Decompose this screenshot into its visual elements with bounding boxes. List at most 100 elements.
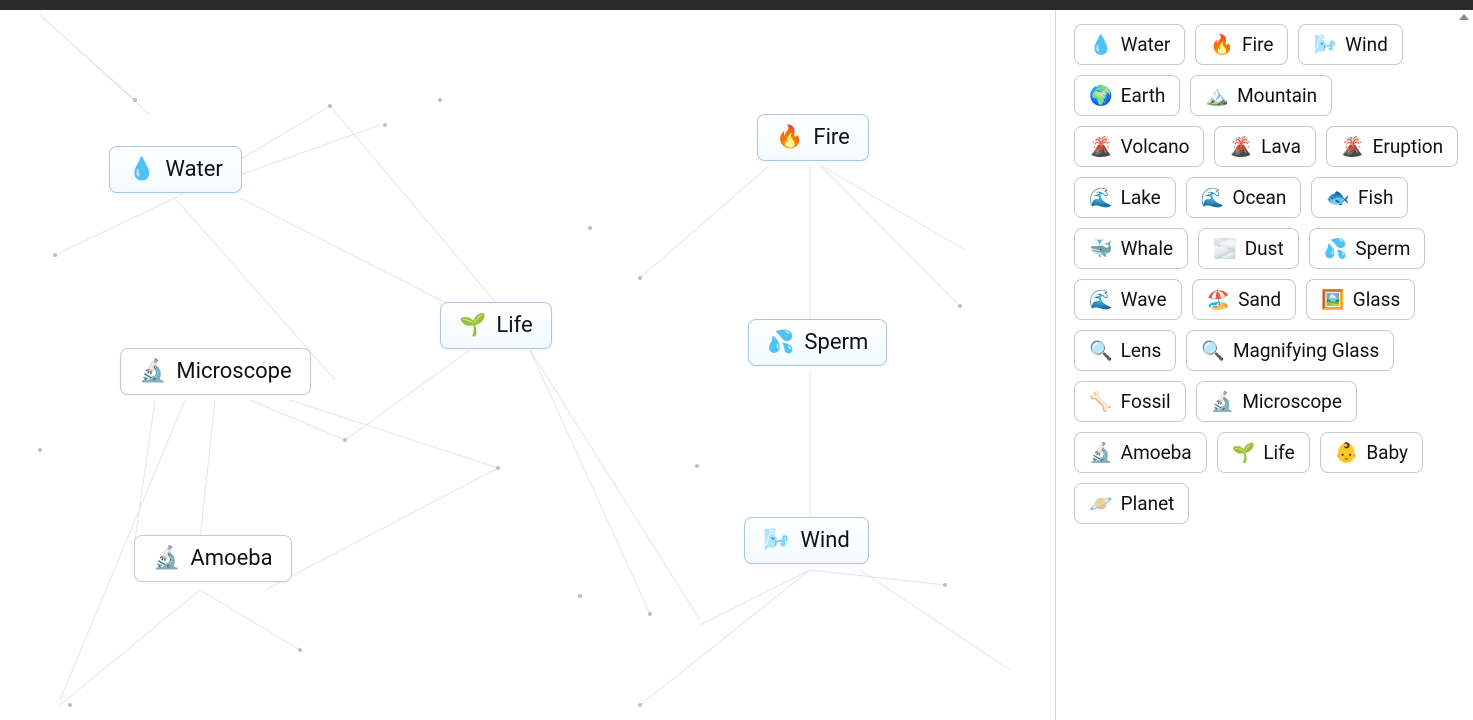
sidebar-item-mountain[interactable]: 🏔️ Mountain xyxy=(1190,75,1332,116)
canvas-piece-water[interactable]: 💧 Water xyxy=(109,146,242,193)
sidebar-item-fossil[interactable]: 🦴 Fossil xyxy=(1074,381,1186,422)
lake-icon: 🌊 xyxy=(1089,188,1113,207)
canvas-piece-life[interactable]: 🌱 Life xyxy=(440,302,552,349)
sidebar-item-ocean[interactable]: 🌊 Ocean xyxy=(1186,177,1302,218)
elements-sidebar[interactable]: 💧 Water 🔥 Fire 🌬️ Wind 🌍 Earth 🏔️ Mountain 🌋 Volcan… xyxy=(1055,10,1473,720)
sidebar-item-fish[interactable]: 🐟 Fish xyxy=(1311,177,1408,218)
sidebar-item-label: Dust xyxy=(1245,237,1284,260)
scrollbar[interactable] xyxy=(1457,12,1471,718)
sidebar-item-baby[interactable]: 👶 Baby xyxy=(1320,432,1423,473)
amoeba-icon: 🔬 xyxy=(153,548,180,570)
sidebar-item-microscope[interactable]: 🔬 Microscope xyxy=(1196,381,1357,422)
sidebar-item-label: Wind xyxy=(1345,33,1388,56)
sperm-icon: 💦 xyxy=(1324,239,1348,258)
sidebar-item-life[interactable]: 🌱Life xyxy=(1217,432,1310,473)
fire-icon: 🔥 xyxy=(1210,35,1234,54)
sidebar-item-lake[interactable]: 🌊Lake xyxy=(1074,177,1176,218)
whale-icon: 🐳 xyxy=(1089,239,1113,258)
amoeba-icon: 🔬 xyxy=(1089,443,1113,462)
sidebar-item-amoeba[interactable]: 🔬 Amoeba xyxy=(1074,432,1207,473)
sidebar-item-volcano[interactable]: 🌋 Volcano xyxy=(1074,126,1204,167)
piece-label: Microscope xyxy=(176,359,291,384)
sidebar-item-label: Amoeba xyxy=(1121,441,1192,464)
piece-label: Wind xyxy=(800,528,849,553)
earth-icon: 🌍 xyxy=(1089,86,1113,105)
magnifying-glass-icon: 🔍 xyxy=(1201,341,1225,360)
sidebar-item-label: Fossil xyxy=(1121,390,1171,413)
sidebar-item-label: Eruption xyxy=(1373,135,1444,158)
sidebar-item-label: Ocean xyxy=(1232,186,1286,209)
sidebar-item-label: Sperm xyxy=(1355,237,1410,260)
wave-icon: 🌊 xyxy=(1089,290,1113,309)
sidebar-item-dust[interactable]: 🌫️ Dust xyxy=(1198,228,1299,269)
microscope-icon: 🔬 xyxy=(139,361,166,383)
sperm-icon: 💦 xyxy=(767,332,794,354)
sidebar-item-whale[interactable]: 🐳 Whale xyxy=(1074,228,1188,269)
sidebar-item-label: Earth xyxy=(1121,84,1166,107)
sidebar-item-lava[interactable]: 🌋 Lava xyxy=(1214,126,1316,167)
life-icon: 🌱 xyxy=(459,315,486,337)
piece-label: Water xyxy=(165,157,222,182)
sidebar-item-label: Water xyxy=(1121,33,1171,56)
fossil-icon: 🦴 xyxy=(1089,392,1113,411)
piece-label: Sperm xyxy=(804,330,868,355)
sidebar-item-wave[interactable]: 🌊 Wave xyxy=(1074,279,1182,320)
piece-label: Amoeba xyxy=(190,546,272,571)
sidebar-item-wind[interactable]: 🌬️ Wind xyxy=(1298,24,1402,65)
ocean-icon: 🌊 xyxy=(1201,188,1225,207)
wind-icon: 🌬️ xyxy=(1313,35,1337,54)
sand-icon: 🏖️ xyxy=(1207,290,1231,309)
sidebar-item-label: Baby xyxy=(1366,441,1408,464)
life-icon: 🌱 xyxy=(1232,443,1256,462)
sidebar-item-lens[interactable]: 🔍 Lens xyxy=(1074,330,1176,371)
browser-top-strip xyxy=(0,0,1473,10)
sidebar-item-sand[interactable]: 🏖️ Sand xyxy=(1192,279,1297,320)
baby-icon: 👶 xyxy=(1335,443,1359,462)
piece-label: Fire xyxy=(813,125,849,150)
piece-label: Life xyxy=(496,313,532,338)
microscope-icon: 🔬 xyxy=(1211,392,1235,411)
planet-icon: 🪐 xyxy=(1089,494,1113,513)
water-icon: 💧 xyxy=(128,159,155,181)
dust-icon: 🌫️ xyxy=(1213,239,1237,258)
sidebar-item-sperm[interactable]: 💦 Sperm xyxy=(1309,228,1426,269)
lava-icon: 🌋 xyxy=(1229,137,1253,156)
elements-list: 💧 Water 🔥 Fire 🌬️ Wind 🌍 Earth 🏔️ Mountain 🌋 Volcan… xyxy=(1074,24,1461,524)
canvas-piece-wind[interactable]: 🌬️ Wind xyxy=(744,517,869,564)
eruption-icon: 🌋 xyxy=(1341,137,1365,156)
sidebar-item-fire[interactable]: 🔥 Fire xyxy=(1195,24,1288,65)
sidebar-item-label: Fish xyxy=(1358,186,1393,209)
canvas-piece-fire[interactable]: 🔥 Fire xyxy=(757,114,869,161)
sidebar-item-label: Wave xyxy=(1121,288,1167,311)
sidebar-item-glass[interactable]: 🖼️ Glass xyxy=(1306,279,1415,320)
sidebar-item-label: Microscope xyxy=(1242,390,1342,413)
sidebar-item-label: Volcano xyxy=(1121,135,1190,158)
sidebar-item-magnifying-glass[interactable]: 🔍 Magnifying Glass xyxy=(1186,330,1394,371)
canvas-piece-amoeba[interactable]: 🔬 Amoeba xyxy=(134,535,292,582)
sidebar-item-label: Mountain xyxy=(1237,84,1317,107)
glass-icon: 🖼️ xyxy=(1321,290,1345,309)
sidebar-item-label: Sand xyxy=(1238,288,1281,311)
lens-icon: 🔍 xyxy=(1089,341,1113,360)
volcano-icon: 🌋 xyxy=(1089,137,1113,156)
wind-icon: 🌬️ xyxy=(763,530,790,552)
mountain-icon: 🏔️ xyxy=(1205,86,1229,105)
sidebar-item-label: Lens xyxy=(1121,339,1162,362)
sidebar-item-label: Planet xyxy=(1121,492,1175,515)
sidebar-item-label: Fire xyxy=(1242,33,1273,56)
canvas-piece-sperm[interactable]: 💦 Sperm xyxy=(748,319,887,366)
sidebar-item-eruption[interactable]: 🌋 Eruption xyxy=(1326,126,1458,167)
fire-icon: 🔥 xyxy=(776,127,803,149)
fish-icon: 🐟 xyxy=(1326,188,1350,207)
sidebar-item-label: Glass xyxy=(1353,288,1401,311)
sidebar-item-earth[interactable]: 🌍 Earth xyxy=(1074,75,1180,116)
scroll-up-arrow[interactable] xyxy=(1459,14,1469,20)
sidebar-item-label: Magnifying Glass xyxy=(1233,339,1379,362)
sidebar-item-water[interactable]: 💧 Water xyxy=(1074,24,1185,65)
water-icon: 💧 xyxy=(1089,35,1113,54)
canvas-piece-microscope[interactable]: 🔬 Microscope xyxy=(120,348,311,395)
sidebar-item-label: Whale xyxy=(1121,237,1173,260)
crafting-canvas[interactable]: 💧 Water 🔥 Fire 🌱 Life 🔬 Microscope 💦 Sperm 🔬 Amoeba… xyxy=(0,10,1050,720)
sidebar-item-planet[interactable]: 🪐 Planet xyxy=(1074,483,1189,524)
sidebar-item-label: Lava xyxy=(1261,135,1301,158)
